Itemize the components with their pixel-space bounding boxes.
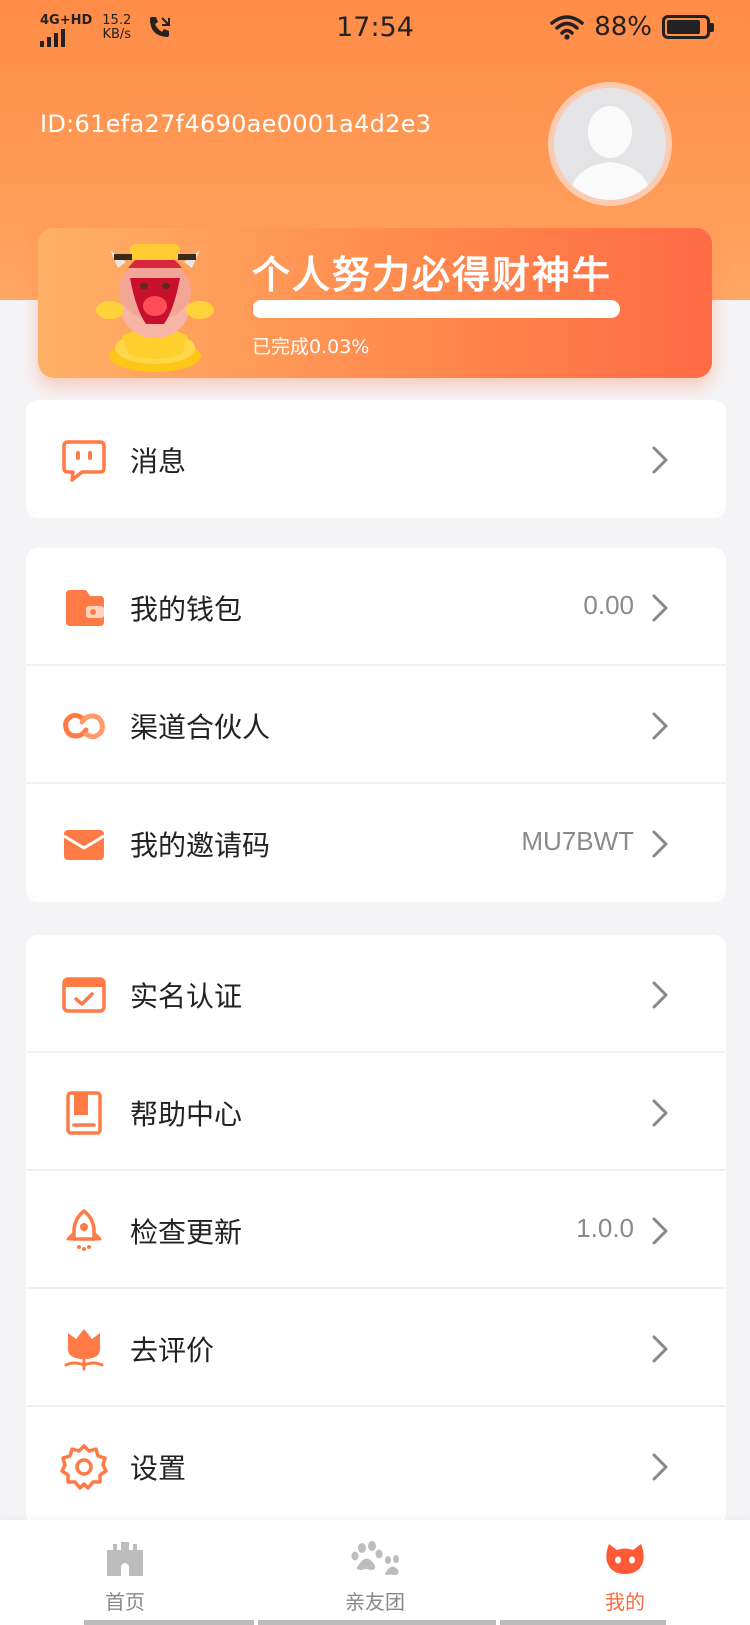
menu-label-help-center: 帮助中心 [130, 1098, 243, 1131]
status-right: 88% [550, 12, 714, 42]
messages-card: 消息 [26, 400, 726, 518]
tab-label-friends: 亲友团 [345, 1590, 405, 1614]
status-bar: 4G+HD 15.2 KB/s 17:54 88% [0, 0, 750, 60]
menu-item-invite-code[interactable]: 我的邀请码 MU7BWT [26, 784, 726, 902]
book-icon [66, 1091, 102, 1135]
menu-item-review[interactable]: 去评价 [26, 1289, 726, 1407]
chevron-right-icon [652, 446, 668, 474]
default-user-icon [554, 88, 666, 200]
menu-label-messages: 消息 [130, 445, 187, 478]
wallet-icon [66, 590, 104, 626]
cat-face-icon [606, 1544, 644, 1574]
menu-item-partner[interactable]: 渠道合伙人 [26, 666, 726, 784]
chevron-right-icon [652, 981, 668, 1009]
envelope-icon [63, 830, 105, 860]
chevron-right-icon [652, 1453, 668, 1481]
menu-label-verification: 实名认证 [130, 980, 243, 1013]
rocket-icon [66, 1209, 102, 1251]
battery-icon [662, 15, 714, 39]
home-indicator-segment [84, 1620, 254, 1625]
progress-bar [252, 300, 620, 318]
tab-mine[interactable]: 我的 [500, 1520, 750, 1625]
battery-percent: 88% [594, 12, 652, 42]
menu-label-invite-code: 我的邀请码 [130, 829, 271, 862]
menu-item-help-center[interactable]: 帮助中心 [26, 1053, 726, 1171]
battery-level [667, 20, 701, 34]
link-icon [63, 712, 105, 740]
chevron-right-icon [652, 830, 668, 858]
menu-item-verification[interactable]: 实名认证 [26, 935, 726, 1053]
tab-home[interactable]: 首页 [0, 1520, 250, 1625]
invite-code-value: MU7BWT [521, 826, 634, 856]
account-card: 我的钱包 0.00 渠道合伙人 我的邀请码 MU7BWT [26, 548, 726, 902]
gear-icon [60, 1444, 108, 1490]
user-id[interactable]: ID:61efa27f4690ae0001a4d2e3 [40, 110, 431, 138]
home-indicator-segment [258, 1620, 496, 1625]
home-indicator-segment [500, 1620, 666, 1625]
paw-icon [351, 1541, 399, 1575]
castle-icon [107, 1542, 143, 1576]
wifi-icon [550, 15, 584, 40]
avatar[interactable] [548, 82, 672, 206]
menu-item-messages[interactable]: 消息 [26, 400, 726, 518]
progress-text: 已完成0.03% [252, 336, 370, 358]
chevron-right-icon [652, 1217, 668, 1245]
tab-label-home: 首页 [105, 1590, 145, 1614]
flower-icon [64, 1329, 104, 1371]
fortune-bull-mascot-icon [96, 244, 214, 372]
tab-label-mine: 我的 [605, 1590, 645, 1614]
general-card: 实名认证 帮助中心 检查更新 1.0.0 去评价 设置 [26, 935, 726, 1525]
chevron-right-icon [652, 594, 668, 622]
menu-label-review: 去评价 [130, 1334, 215, 1367]
menu-item-settings[interactable]: 设置 [26, 1407, 726, 1525]
achievement-banner[interactable]: 个人努力必得财神牛 已完成0.03% [38, 228, 712, 378]
tab-friends[interactable]: 亲友团 [250, 1520, 500, 1625]
wallet-balance: 0.00 [583, 590, 634, 620]
id-verified-icon [62, 977, 106, 1013]
chevron-right-icon [652, 712, 668, 740]
menu-label-wallet: 我的钱包 [130, 593, 243, 626]
banner-title: 个人努力必得财神牛 [252, 253, 613, 297]
menu-label-settings: 设置 [130, 1452, 187, 1485]
menu-label-partner: 渠道合伙人 [130, 711, 271, 744]
bottom-tab-bar: 首页 亲友团 我的 [0, 1520, 750, 1625]
menu-item-wallet[interactable]: 我的钱包 0.00 [26, 548, 726, 666]
menu-item-check-update[interactable]: 检查更新 1.0.0 [26, 1171, 726, 1289]
chevron-right-icon [652, 1335, 668, 1363]
app-version: 1.0.0 [576, 1213, 634, 1243]
chevron-right-icon [652, 1099, 668, 1127]
message-bubble-icon [62, 440, 106, 482]
menu-label-check-update: 检查更新 [130, 1216, 243, 1249]
